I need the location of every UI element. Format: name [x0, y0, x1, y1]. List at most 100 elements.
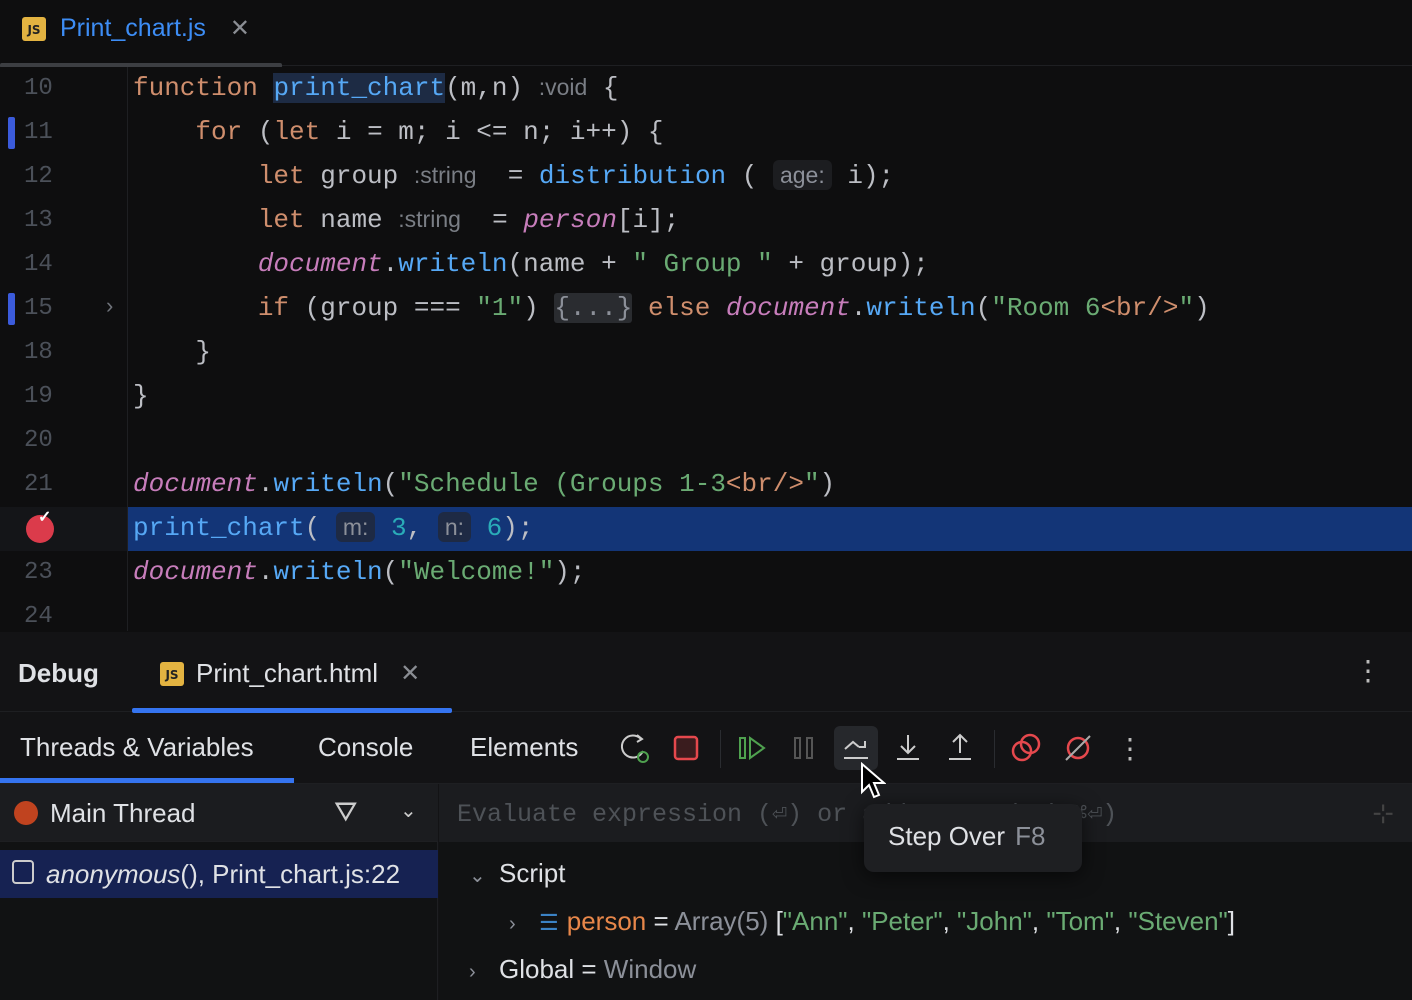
resume-button[interactable] — [730, 726, 774, 770]
chevron-down-icon[interactable]: ⌄ — [400, 798, 417, 823]
array-item: "Tom" — [1046, 906, 1114, 936]
close-icon[interactable]: ✕ — [400, 659, 420, 688]
active-tab-indicator — [132, 708, 452, 713]
code-token: print_chart — [133, 513, 305, 543]
code-token: print_chart — [273, 73, 446, 103]
line-number: 10 — [24, 75, 53, 102]
code-text: let group :string = distribution ( age: … — [133, 160, 894, 191]
code-token: " — [1178, 293, 1195, 323]
code-token: age: — [772, 160, 832, 190]
code-line[interactable]: › 15 if (group === "1") {...} else docume… — [0, 287, 1412, 331]
editor-tab-bar: JS Print_chart.js ✕ — [0, 0, 1412, 68]
breakpoint-icon[interactable] — [26, 507, 54, 543]
debug-title: Debug — [18, 658, 99, 688]
code-token: ) — [819, 469, 836, 499]
array-item: "John" — [957, 906, 1032, 936]
thread-selector[interactable]: Main Thread ⛛ ⌄ — [0, 784, 438, 842]
filter-icon[interactable]: ⛛ — [334, 796, 358, 829]
code-token: . — [257, 469, 274, 499]
line-number: 11 — [24, 119, 53, 146]
code-token: else — [647, 293, 711, 323]
debug-session-tab[interactable]: JS Print_chart.html ✕ — [160, 658, 420, 689]
code-line[interactable]: 10 function print_chart(m,n) :void { — [0, 67, 1412, 111]
variable-values: "Ann", "Peter", "John", "Tom", "Steven" — [783, 906, 1228, 936]
editor-tab[interactable]: JS Print_chart.js ✕ — [22, 14, 250, 43]
more-actions-icon[interactable]: ⋮ — [1108, 726, 1152, 770]
tab-elements[interactable]: Elements — [470, 732, 578, 763]
code-editor[interactable]: 10 function print_chart(m,n) :void {11 fo… — [0, 67, 1412, 631]
more-options-icon[interactable]: ⋮ — [1354, 654, 1382, 687]
close-icon[interactable]: ✕ — [230, 14, 250, 43]
code-token: ); — [502, 513, 534, 543]
js-file-icon: JS — [22, 16, 46, 41]
code-token: "Welcome!" — [398, 557, 555, 587]
code-text: if (group === "1") {...} else document.w… — [133, 293, 1210, 323]
step-into-button[interactable] — [886, 726, 930, 770]
tree-node-script[interactable]: ⌄ Script — [469, 858, 565, 889]
global-label: Global — [499, 954, 575, 984]
tab-console[interactable]: Console — [318, 732, 413, 763]
mute-breakpoints-button[interactable] — [1056, 726, 1100, 770]
code-token: i = m; i <= n; i++) { — [320, 117, 664, 147]
line-number: 24 — [24, 603, 53, 630]
code-token: (name + — [507, 249, 633, 279]
code-token: { — [587, 73, 619, 103]
code-token: document — [725, 293, 851, 323]
code-token: = — [476, 161, 539, 191]
threads-pane: Main Thread ⛛ ⌄ anonymous(), Print_chart… — [0, 784, 438, 1000]
code-token: 6 — [486, 513, 503, 543]
code-line[interactable]: 12 let group :string = distribution ( ag… — [0, 155, 1412, 199]
fold-chevron-icon[interactable]: › — [106, 293, 113, 319]
code-line[interactable]: 23 document.writeln("Welcome!"); — [0, 551, 1412, 595]
code-token: document — [257, 249, 383, 279]
comma: , — [1031, 906, 1047, 936]
frame-location: (), Print_chart.js:22 — [180, 859, 401, 889]
array-item: "Steven" — [1128, 906, 1228, 936]
stop-button[interactable] — [664, 726, 708, 770]
array-item: "Peter" — [861, 906, 943, 936]
code-token: distribution — [538, 161, 727, 191]
view-breakpoints-button[interactable] — [1004, 726, 1048, 770]
rerun-bug-icon — [620, 734, 649, 763]
code-line[interactable]: print_chart( m: 3, n: 6); — [0, 507, 1412, 551]
code-token: ( — [382, 469, 399, 499]
thread-status-icon — [14, 801, 38, 825]
code-token: if — [257, 293, 290, 323]
pause-button[interactable] — [782, 726, 826, 770]
code-line[interactable]: 21 document.writeln("Schedule (Groups 1-3… — [0, 463, 1412, 507]
code-line[interactable]: 13 let name :string = person[i]; — [0, 199, 1412, 243]
step-out-button[interactable] — [938, 726, 982, 770]
code-token: :void — [538, 74, 588, 100]
code-text: document.writeln(name + " Group " + grou… — [133, 249, 929, 279]
code-text: } — [133, 381, 149, 411]
tree-node-global[interactable]: › Global = Window — [469, 954, 696, 985]
code-token: " Group " — [632, 249, 773, 279]
frame-label: anonymous(), Print_chart.js:22 — [46, 859, 400, 890]
code-line[interactable]: 18 } — [0, 331, 1412, 375]
change-marker — [8, 293, 15, 325]
code-line[interactable]: 20 — [0, 419, 1412, 463]
code-line[interactable]: 14 document.writeln(name + " Group " + g… — [0, 243, 1412, 287]
rerun-debug-button[interactable] — [614, 726, 658, 770]
stack-frame[interactable]: anonymous(), Print_chart.js:22 — [0, 850, 438, 898]
code-token: let — [257, 161, 305, 191]
line-number: 23 — [24, 559, 53, 586]
session-tab-label: Print_chart.html — [196, 658, 379, 688]
code-line[interactable]: 19} — [0, 375, 1412, 419]
change-marker — [8, 117, 15, 149]
variable-person[interactable]: › ☰ person = Array(5) ["Ann", "Peter", "Jo… — [509, 906, 1235, 937]
tab-threads-variables[interactable]: Threads & Variables — [20, 732, 254, 763]
code-token: . — [850, 293, 867, 323]
comma: , — [847, 906, 862, 936]
code-line[interactable]: 11 for (let i = m; i <= n; i++) { — [0, 111, 1412, 155]
code-token: ) — [1194, 293, 1210, 323]
add-watch-icon[interactable]: ⊹ — [1372, 798, 1394, 829]
debug-panel: Debug JS Print_chart.html ✕ ⋮ Threads & … — [0, 632, 1412, 1000]
code-token: ( — [382, 557, 399, 587]
code-line[interactable]: 24 — [0, 595, 1412, 631]
mouse-cursor-icon — [861, 762, 886, 799]
stop-icon — [673, 735, 699, 761]
code-token: + group); — [772, 249, 929, 279]
